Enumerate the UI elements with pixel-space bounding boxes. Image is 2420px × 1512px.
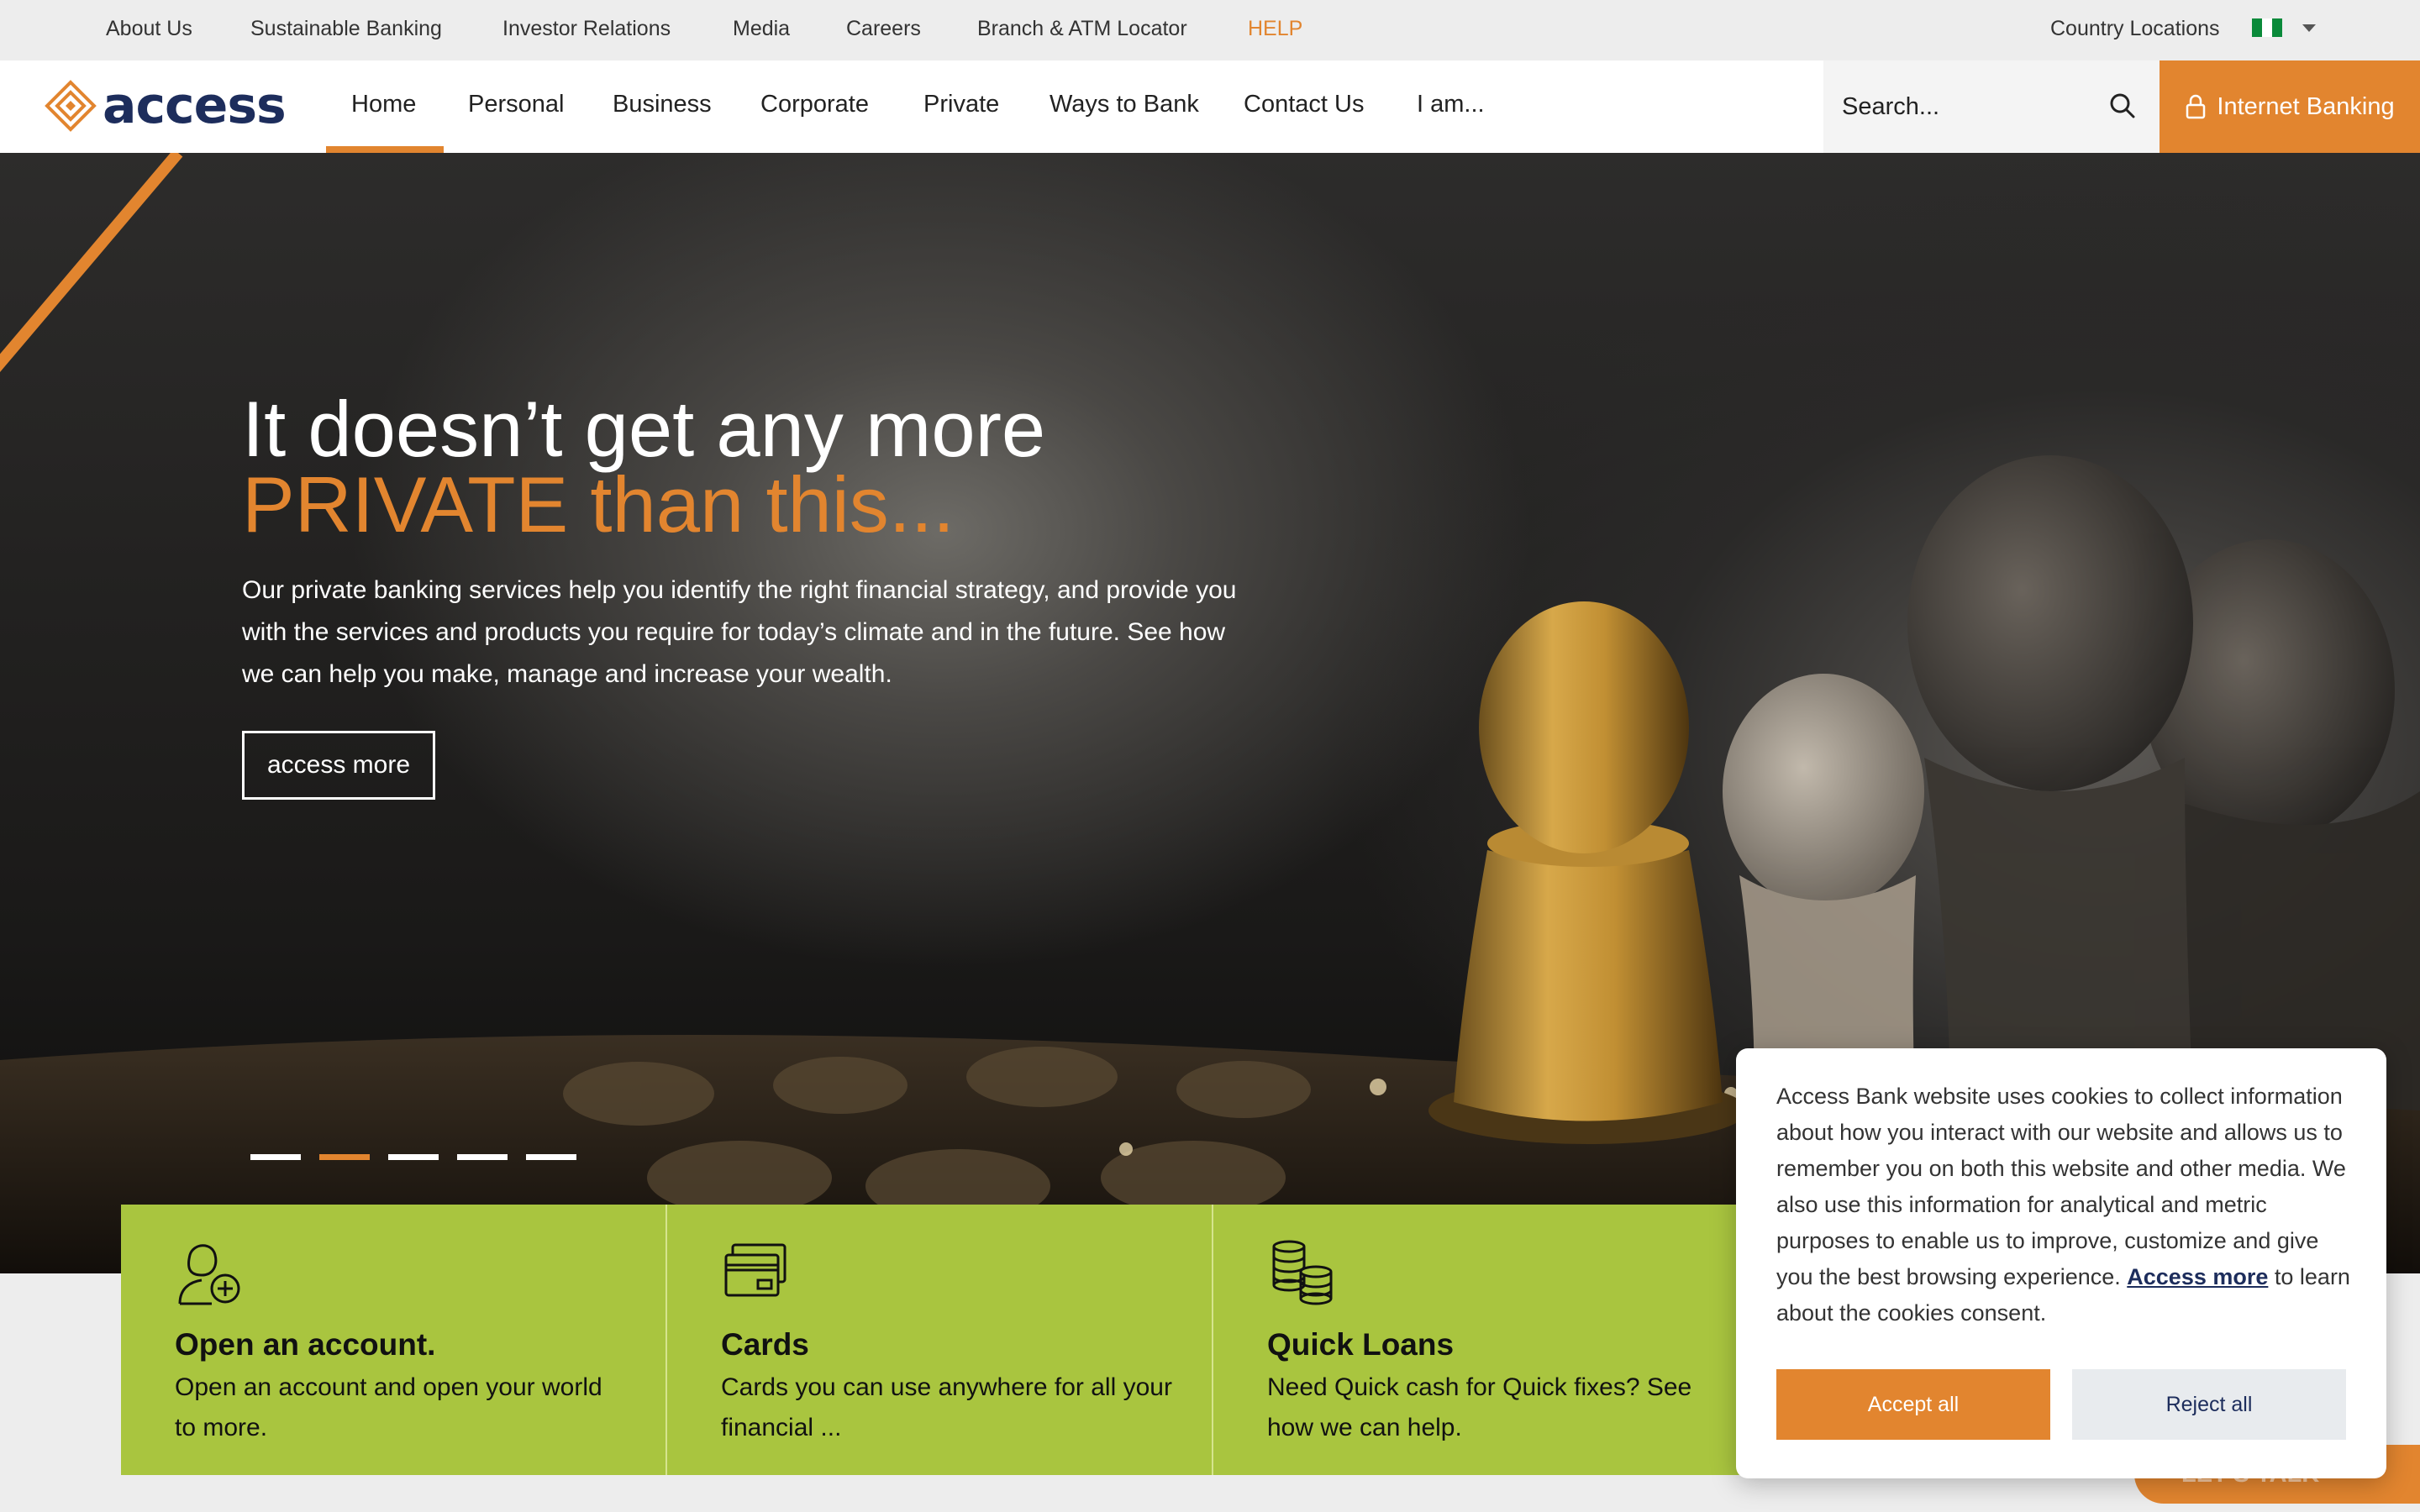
hero-description: Our private banking services help you id… [242,576,1237,688]
carousel-dot[interactable] [457,1154,508,1160]
cookie-consent-dialog: Access Bank website uses cookies to coll… [1736,1048,2386,1478]
chevron-down-icon[interactable] [2302,24,2316,32]
active-nav-indicator [326,146,444,153]
util-link-careers[interactable]: Careers [846,17,921,41]
card-open-account[interactable]: Open an account. Open an account and ope… [121,1205,667,1475]
util-link-media[interactable]: Media [733,17,790,41]
util-link-about-us[interactable]: About Us [106,17,192,41]
lock-icon [2186,94,2206,119]
nav-item-corporate[interactable]: Corporate [760,91,869,118]
card-cards[interactable]: Cards Cards you can use anywhere for all… [667,1205,1213,1475]
hero-title: It doesn’t get any more [242,385,1046,473]
nav-item-home[interactable]: Home [351,91,416,118]
nav-item-personal[interactable]: Personal [468,91,564,118]
carousel-dot[interactable] [526,1154,576,1160]
card-title: Open an account. [175,1327,436,1362]
coins-icon [1272,1240,1333,1305]
card-title: Cards [721,1327,809,1362]
internet-banking-label: Internet Banking [2217,92,2395,120]
reject-all-button[interactable]: Reject all [2072,1369,2346,1440]
util-link-help[interactable]: HELP [1248,17,1302,41]
nav-item-ways-to-bank[interactable]: Ways to Bank [1050,91,1199,118]
search-box [1823,60,2160,153]
main-navigation: access Home Personal Business Corporate … [0,60,2420,153]
cookie-access-more-link[interactable]: Access more [2127,1264,2268,1289]
country-locations-selector[interactable]: Country Locations [2050,17,2220,41]
nav-item-contact-us[interactable]: Contact Us [1244,91,1364,118]
access-diamond-icon [45,80,97,132]
accept-all-button[interactable]: Accept all [1776,1369,2050,1440]
card-description: Open an account and open your world to m… [175,1373,602,1441]
utility-bar: About Us Sustainable Banking Investor Re… [0,0,2420,60]
carousel-dot[interactable] [388,1154,439,1160]
nav-item-private[interactable]: Private [923,91,999,118]
util-link-sustainable-banking[interactable]: Sustainable Banking [250,17,442,41]
hero-title-highlight: PRIVATE than this... [242,460,955,549]
card-title: Quick Loans [1267,1327,1455,1362]
search-icon[interactable] [2109,92,2136,119]
card-description: Need Quick cash for Quick fixes? See how… [1267,1373,1692,1441]
util-link-branch-atm-locator[interactable]: Branch & ATM Locator [977,17,1187,41]
quick-links-cards: Open an account. Open an account and ope… [121,1205,1852,1475]
util-link-investor-relations[interactable]: Investor Relations [502,17,671,41]
nav-item-i-am[interactable]: I am... [1417,91,1485,118]
access-more-button[interactable]: access more [242,731,435,800]
carousel-indicators [250,1154,576,1160]
user-add-icon [178,1244,240,1305]
cookie-message: Access Bank website uses cookies to coll… [1776,1079,2356,1331]
carousel-dot-active[interactable] [319,1154,370,1160]
card-description: Cards you can use anywhere for all your … [721,1373,1172,1441]
nigeria-flag-icon [2252,18,2282,37]
card-icon [724,1243,786,1297]
access-logo[interactable]: access [44,72,296,139]
internet-banking-button[interactable]: Internet Banking [2160,60,2420,153]
cookie-message-text: Access Bank website uses cookies to coll… [1776,1084,2346,1289]
logo-wordmark: access [103,76,287,135]
carousel-dot[interactable] [250,1154,301,1160]
nav-item-business[interactable]: Business [613,91,712,118]
search-input[interactable] [1842,86,2094,128]
